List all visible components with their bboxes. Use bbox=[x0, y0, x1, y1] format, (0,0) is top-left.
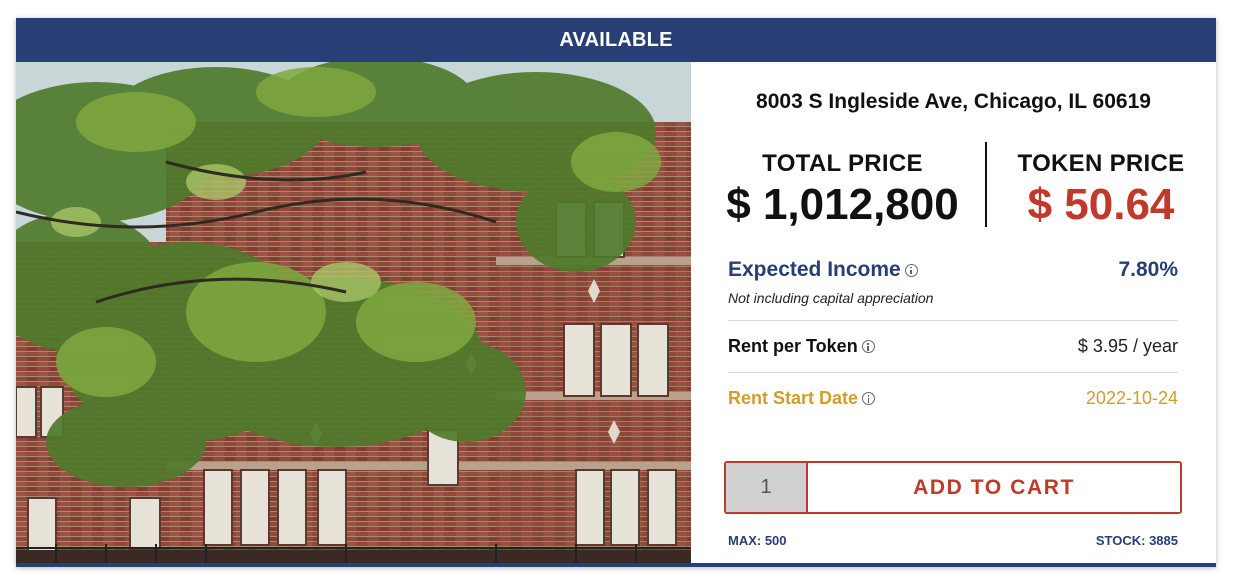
total-price-label: TOTAL PRICE bbox=[762, 150, 923, 177]
property-photo bbox=[16, 62, 691, 563]
rent-per-token-value: $ 3.95 / year bbox=[1077, 336, 1178, 356]
max-quantity-text: MAX: 500 bbox=[728, 533, 787, 548]
add-to-cart-button[interactable]: ADD TO CART bbox=[808, 463, 1180, 512]
expected-income-label-wrap: Expected Income bbox=[728, 258, 918, 282]
total-price-block: TOTAL PRICE $ 1,012,800 bbox=[709, 150, 976, 230]
rent-per-token-label-wrap: Rent per Token bbox=[728, 336, 875, 357]
expected-income-row: Expected Income 7.80% bbox=[728, 258, 1178, 282]
add-to-cart-group: ADD TO CART bbox=[724, 461, 1182, 514]
expected-income-note: Not including capital appreciation bbox=[728, 290, 934, 306]
property-address: 8003 S Ingleside Ave, Chicago, IL 60619 bbox=[756, 90, 1151, 113]
status-banner: AVAILABLE bbox=[16, 18, 1216, 62]
rent-start-row: Rent Start Date 2022-10-24 bbox=[728, 388, 1178, 409]
price-divider bbox=[985, 142, 987, 227]
expected-income-label: Expected Income bbox=[728, 258, 901, 281]
quantity-input[interactable] bbox=[726, 463, 808, 512]
divider bbox=[728, 372, 1178, 373]
total-price-value: $ 1,012,800 bbox=[726, 180, 959, 229]
rent-start-label-wrap: Rent Start Date bbox=[728, 388, 876, 409]
bottom-accent-bar bbox=[16, 563, 1216, 567]
rent-per-token-label: Rent per Token bbox=[728, 336, 858, 356]
token-price-label: TOKEN PRICE bbox=[1017, 150, 1185, 177]
info-circle-icon[interactable] bbox=[904, 263, 918, 277]
divider bbox=[728, 320, 1178, 321]
rent-start-value: 2022-10-24 bbox=[1085, 388, 1178, 408]
property-details: 8003 S Ingleside Ave, Chicago, IL 60619 … bbox=[691, 62, 1216, 563]
property-card: AVAILABLE 8003 S Ingleside Ave, Chicago,… bbox=[16, 18, 1216, 567]
token-price-block: TOKEN PRICE $ 50.64 bbox=[994, 150, 1208, 230]
info-circle-icon[interactable] bbox=[862, 392, 876, 405]
token-price-value: $ 50.64 bbox=[1027, 180, 1175, 229]
info-circle-icon[interactable] bbox=[861, 340, 875, 353]
rent-per-token-row: Rent per Token $ 3.95 / year bbox=[728, 336, 1178, 357]
stock-count-text: STOCK: 3885 bbox=[1095, 533, 1178, 548]
expected-income-value: 7.80% bbox=[1118, 258, 1178, 281]
rent-start-label: Rent Start Date bbox=[728, 388, 859, 408]
